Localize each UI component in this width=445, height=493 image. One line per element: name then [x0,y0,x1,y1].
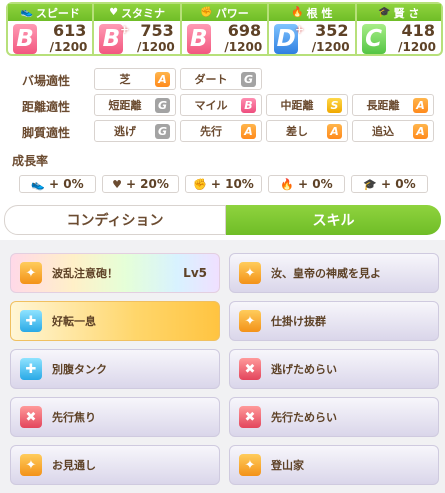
rank-badge: A [155,71,170,87]
stats-panel: 👟 スピード B 613 /1200 ♥ スタミナ B + 753 /1200 ✊ パワ… [6,2,443,56]
apt-long: 長距離 A [352,94,434,116]
skill-icon: ✖ [239,358,261,380]
rank-badge: G [155,97,170,113]
stat-speed: 👟 スピード B 613 /1200 [6,2,94,56]
stat-value: 613 [52,21,87,40]
skill-name: お見通し [52,459,96,472]
skill-card[interactable]: ✖ 逃げためらい [229,349,439,389]
stat-max: /1200 [311,40,350,54]
apt-sprint: 短距離 G [94,94,176,116]
skill-icon: ✚ [20,358,42,380]
skill-icon: ✦ [20,262,42,284]
skill-list: ✦ 波乱注意砲！ Lv5 ✦ 汝、皇帝の神威を見よ ✚ 好転一息 ✦ 仕掛け抜群… [0,240,445,493]
stat-name: 賢 さ [393,6,420,20]
skill-card[interactable]: ✚ 好転一息 [10,301,220,341]
muscle-icon: ✊ [200,7,213,18]
stat-value: 698 [227,21,262,40]
stat-max: /1200 [49,40,88,54]
grad-cap-icon: 🎓 [363,177,378,191]
growth-title: 成長率 [12,154,49,168]
rank-badge: G [155,123,170,139]
grade-badge: C [361,24,386,54]
growth-wisdom: 🎓 + 0% [351,175,428,193]
skill-level: Lv5 [183,266,207,280]
skill-name: 先行焦り [52,411,96,424]
stat-wisdom: 🎓 賢 さ C 418 /1200 [355,2,443,56]
grade-badge: B + [99,23,129,54]
skill-name: 別腹タンク [52,363,107,376]
skill-icon: ✦ [20,454,42,476]
stat-name: パワー [215,6,249,20]
skill-card[interactable]: ✚ 別腹タンク [10,349,220,389]
track-aptitude-label: バ場適性 [22,74,71,88]
skill-icon: ✚ [20,310,42,332]
tab-condition[interactable]: コンディション [4,205,226,235]
stat-max: /1200 [224,40,263,54]
apt-front-runner: 逃げ G [94,120,176,142]
apt-late-surger: 差し A [266,120,348,142]
skill-icon: ✦ [239,310,261,332]
growth-speed: 👟 + 0% [19,175,96,193]
skill-card[interactable]: ✦ 波乱注意砲！ Lv5 [10,253,220,293]
stat-name: スピード [35,6,80,20]
stat-value: 418 [401,21,435,40]
skill-card[interactable]: ✦ 登山家 [229,445,439,485]
stat-value: 753 [140,21,174,40]
growth-guts: 🔥 + 0% [268,175,345,193]
heart-icon: ♥ [112,177,122,191]
rank-badge: A [413,97,428,113]
skill-name: 好転一息 [52,315,96,328]
flame-icon: 🔥 [291,7,304,18]
grade-badge: B [13,24,37,54]
rank-badge: S [327,97,342,113]
stat-name: スタミナ [121,6,166,20]
grade-badge: D + [274,23,304,54]
skill-card[interactable]: ✖ 先行焦り [10,397,220,437]
stat-max: /1200 [137,40,175,54]
apt-mile: マイル B [180,94,262,116]
stat-name: 根 性 [306,6,333,20]
apt-end-closer: 追込 A [352,120,434,142]
skill-icon: ✦ [239,262,261,284]
rank-badge: A [241,123,256,139]
skill-name: 登山家 [271,459,304,472]
stat-power: ✊ パワー B 698 /1200 [180,2,269,56]
growth-stamina: ♥ + 20% [102,175,179,193]
grade-badge: B [186,24,211,54]
skill-name: 逃げためらい [271,363,337,376]
shoe-icon: 👟 [31,177,46,191]
rank-badge: A [413,123,428,139]
apt-pace-chaser: 先行 A [180,120,262,142]
skill-name: 汝、皇帝の神威を見よ [271,267,381,280]
skill-icon: ✦ [239,454,261,476]
distance-aptitude-label: 距離適性 [22,100,71,114]
stat-max: /1200 [398,40,436,54]
rank-badge: G [241,71,256,87]
rank-badge: A [327,123,342,139]
growth-power: ✊ + 10% [185,175,262,193]
skill-card[interactable]: ✦ 汝、皇帝の神威を見よ [229,253,439,293]
tab-skill[interactable]: スキル [226,205,441,235]
apt-medium: 中距離 S [266,94,348,116]
heart-icon: ♥ [109,7,119,18]
skill-name: 先行ためらい [271,411,337,424]
skill-name: 仕掛け抜群 [271,315,326,328]
skill-card[interactable]: ✦ お見通し [10,445,220,485]
stat-guts: 🔥 根 性 D + 352 /1200 [268,2,356,56]
stat-value: 352 [315,21,349,40]
stat-stamina: ♥ スタミナ B + 753 /1200 [93,2,181,56]
flame-icon: 🔥 [280,177,295,191]
skill-icon: ✖ [239,406,261,428]
apt-turf: 芝A [94,68,176,90]
skill-card[interactable]: ✖ 先行ためらい [229,397,439,437]
style-aptitude-label: 脚質適性 [22,126,71,140]
rank-badge: B [241,97,256,113]
apt-dirt: ダート G [180,68,262,90]
skill-icon: ✖ [20,406,42,428]
skill-card[interactable]: ✦ 仕掛け抜群 [229,301,439,341]
grad-cap-icon: 🎓 [378,7,391,18]
shoe-icon: 👟 [20,7,33,18]
skill-name: 波乱注意砲！ [52,267,118,280]
muscle-icon: ✊ [193,177,207,191]
